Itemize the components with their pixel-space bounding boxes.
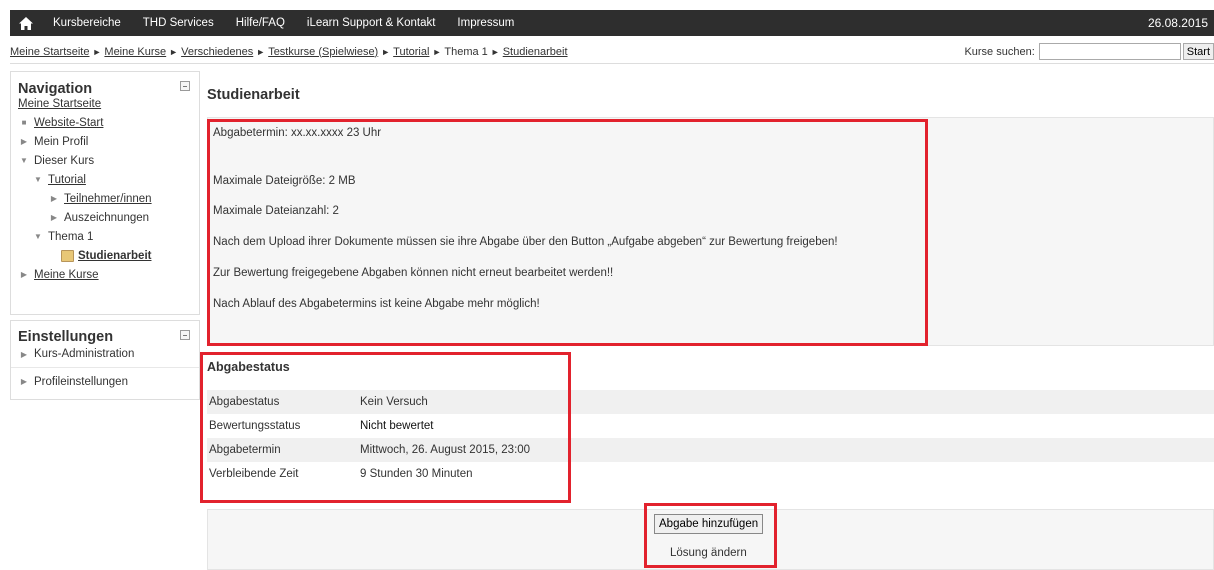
nav-impressum[interactable]: Impressum <box>446 17 525 29</box>
settings-block: Einstellungen ▶ Kurs-Administration ▶ Prof… <box>10 320 200 400</box>
add-submission-button[interactable]: Abgabe hinzufügen <box>654 514 764 534</box>
nav-item-mein-profil[interactable]: ▶ Mein Profil <box>11 132 199 151</box>
home-icon[interactable] <box>10 10 42 36</box>
breadcrumb-separator: ► <box>381 46 391 57</box>
nav-item-dieser-kurs[interactable]: ▼ Dieser Kurs <box>11 151 199 170</box>
nav-item-label[interactable]: Teilnehmer/innen <box>64 193 152 205</box>
nav-item-auszeichnungen[interactable]: ▶ Auszeichnungen <box>11 208 199 227</box>
submission-status-title: Abgabestatus <box>207 360 290 374</box>
search-button[interactable]: Start <box>1182 43 1214 60</box>
status-key: Verbleibende Zeit <box>209 468 299 480</box>
triangle-down-icon: ▼ <box>34 232 42 241</box>
nav-hilfe-faq[interactable]: Hilfe/FAQ <box>225 17 296 29</box>
nav-item-studienarbeit[interactable]: Studienarbeit <box>11 246 199 265</box>
nav-item-label[interactable]: Website-Start <box>34 117 103 129</box>
nav-item-label[interactable]: Tutorial <box>48 174 86 186</box>
breadcrumb-item-current[interactable]: Studienarbeit <box>503 46 568 58</box>
breadcrumb-separator: ► <box>490 46 500 57</box>
course-search: Kurse suchen: Start <box>964 43 1214 60</box>
status-value: Kein Versuch <box>360 396 428 408</box>
page-title: Studienarbeit <box>207 87 300 103</box>
nav-item-label: Auszeichnungen <box>64 211 150 224</box>
breadcrumb-item[interactable]: Verschiedenes <box>181 46 253 58</box>
table-row: Abgabetermin Mittwoch, 26. August 2015, … <box>207 438 1214 462</box>
submission-actions: Abgabe hinzufügen Lösung ändern <box>207 509 1214 570</box>
breadcrumb-item[interactable]: Meine Kurse <box>104 46 166 58</box>
nav-item-meine-kurse[interactable]: ▶ Meine Kurse <box>11 265 199 284</box>
nav-item-label[interactable]: Studienarbeit <box>78 250 151 262</box>
nav-item-tutorial[interactable]: ▼ Tutorial <box>11 170 199 189</box>
intro-upload-note: Nach dem Upload ihrer Dokumente müssen s… <box>213 236 838 248</box>
status-key: Bewertungsstatus <box>209 420 301 432</box>
settings-item-profileinstellungen[interactable]: ▶ Profileinstellungen <box>11 368 199 395</box>
triangle-down-icon: ▼ <box>20 156 28 165</box>
settings-item-kurs-administration[interactable]: ▶ Kurs-Administration <box>11 341 199 368</box>
status-value: Nicht bewertet <box>360 420 434 432</box>
intro-max-filesize: Maximale Dateigröße: 2 MB <box>213 175 356 187</box>
status-value: Mittwoch, 26. August 2015, 23:00 <box>360 444 531 456</box>
breadcrumb-item[interactable]: Testkurse (Spielwiese) <box>268 46 378 58</box>
navigation-title: Navigation <box>18 81 93 97</box>
status-value: 9 Stunden 30 Minuten <box>360 468 473 480</box>
breadcrumb-separator: ► <box>169 46 179 57</box>
intro-deadline-note: Nach Ablauf des Abgabetermins ist keine … <box>213 298 540 310</box>
breadcrumb-bar: Meine Startseite ► Meine Kurse ► Verschi… <box>10 40 1214 64</box>
table-row: Verbleibende Zeit 9 Stunden 30 Minuten <box>207 462 1214 486</box>
breadcrumb-separator: ► <box>92 46 102 57</box>
status-key: Abgabestatus <box>209 396 280 408</box>
nav-item-teilnehmer[interactable]: ▶ Teilnehmer/innen <box>11 189 199 208</box>
nav-item-thema-1[interactable]: ▼ Thema 1 <box>11 227 199 246</box>
square-bullet-icon: ■ <box>21 118 27 127</box>
intro-deadline: Abgabetermin: xx.xx.xxxx 23 Uhr <box>213 127 382 139</box>
intro-max-filecount: Maximale Dateianzahl: 2 <box>213 205 339 217</box>
breadcrumb-item[interactable]: Tutorial <box>393 46 429 58</box>
triangle-down-icon: ▼ <box>34 175 42 184</box>
nav-home-link[interactable]: Meine Startseite <box>18 98 101 110</box>
triangle-right-icon: ▶ <box>50 194 58 203</box>
settings-item-label: Kurs-Administration <box>34 348 135 360</box>
navigation-block: Navigation Meine Startseite ■ Website-Sta… <box>10 71 200 315</box>
breadcrumb-separator: ► <box>432 46 442 57</box>
collapse-icon[interactable] <box>180 81 190 91</box>
nav-item-label: Thema 1 <box>48 230 94 243</box>
breadcrumb-separator: ► <box>256 46 266 57</box>
status-key: Abgabetermin <box>209 444 281 456</box>
assignment-icon <box>61 249 74 262</box>
breadcrumb-item[interactable]: Meine Startseite <box>10 46 89 58</box>
search-label: Kurse suchen: <box>964 45 1035 58</box>
triangle-right-icon: ▶ <box>20 270 28 279</box>
search-input[interactable] <box>1038 43 1181 60</box>
nav-item-website-start[interactable]: ■ Website-Start <box>11 113 199 132</box>
nav-kursbereiche[interactable]: Kursbereiche <box>42 17 132 29</box>
triangle-right-icon: ▶ <box>20 377 28 386</box>
collapse-icon[interactable] <box>180 330 190 340</box>
triangle-right-icon: ▶ <box>50 213 58 222</box>
nav-ilearn-support[interactable]: iLearn Support & Kontakt <box>296 17 447 29</box>
triangle-right-icon: ▶ <box>20 349 28 359</box>
intro-no-edit-note: Zur Bewertung freigegebene Abgaben könne… <box>213 267 614 279</box>
breadcrumb: Meine Startseite ► Meine Kurse ► Verschi… <box>10 46 568 58</box>
breadcrumb-item: Thema 1 <box>444 45 488 58</box>
table-row: Bewertungsstatus Nicht bewertet <box>207 414 1214 438</box>
table-row: Abgabestatus Kein Versuch <box>207 390 1214 414</box>
nav-item-label: Dieser Kurs <box>34 154 95 167</box>
change-solution-text: Lösung ändern <box>670 547 747 559</box>
submission-status-table: Abgabestatus Kein Versuch Bewertungsstat… <box>207 390 1214 486</box>
nav-thd-services[interactable]: THD Services <box>132 17 225 29</box>
current-date: 26.08.2015 <box>1147 16 1208 30</box>
nav-item-label: Mein Profil <box>34 135 89 148</box>
triangle-right-icon: ▶ <box>20 137 28 146</box>
top-navbar: Kursbereiche THD Services Hilfe/FAQ iLea… <box>10 10 1214 36</box>
settings-item-label: Profileinstellungen <box>34 375 128 388</box>
nav-item-label[interactable]: Meine Kurse <box>34 269 99 281</box>
assignment-intro: Abgabetermin: xx.xx.xxxx 23 Uhr Maximale… <box>207 117 1214 346</box>
